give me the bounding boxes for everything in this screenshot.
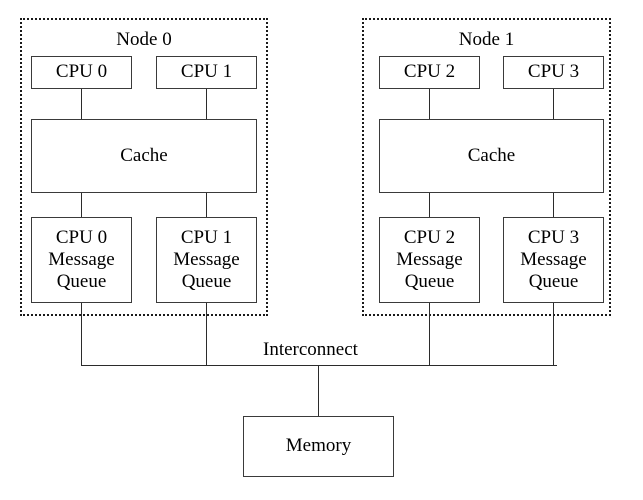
- interconnect-label: Interconnect: [263, 339, 358, 360]
- message-queue-box-cpu1-label: CPU 1 Message Queue: [173, 226, 240, 293]
- cache-box-node0[interactable]: Cache: [31, 119, 257, 193]
- cpu-box-cpu1-label: CPU 1: [180, 61, 233, 83]
- cpu-box-cpu3[interactable]: CPU 3: [503, 56, 604, 89]
- connector-queue-cpu0-to-interconnect: [81, 303, 82, 366]
- connector-interconnect-to-memory: [318, 366, 319, 417]
- cache-box-node1[interactable]: Cache: [379, 119, 604, 193]
- cache-box-node0-label: Cache: [120, 144, 168, 166]
- interconnect-bus-line[interactable]: [81, 365, 557, 366]
- connector-cpu3-to-cache: [553, 89, 554, 120]
- cpu-box-cpu2-label: CPU 2: [403, 61, 456, 83]
- connector-cache-to-queue-cpu0: [81, 193, 82, 218]
- node1-title: Node 1: [458, 29, 515, 50]
- connector-queue-cpu2-to-interconnect: [429, 303, 430, 366]
- connector-cpu0-to-cache: [81, 89, 82, 120]
- connector-cpu2-to-cache: [429, 89, 430, 120]
- message-queue-box-cpu1[interactable]: CPU 1 Message Queue: [156, 217, 257, 303]
- memory-box[interactable]: Memory: [243, 416, 394, 477]
- message-queue-box-cpu0[interactable]: CPU 0 Message Queue: [31, 217, 132, 303]
- message-queue-box-cpu3[interactable]: CPU 3 Message Queue: [503, 217, 604, 303]
- cpu-box-cpu0-label: CPU 0: [55, 61, 108, 83]
- connector-cpu1-to-cache: [206, 89, 207, 120]
- connector-cache-to-queue-cpu2: [429, 193, 430, 218]
- connector-queue-cpu3-to-interconnect: [553, 303, 554, 366]
- cpu-box-cpu2[interactable]: CPU 2: [379, 56, 480, 89]
- cpu-box-cpu0[interactable]: CPU 0: [31, 56, 132, 89]
- connector-cache-to-queue-cpu1: [206, 193, 207, 218]
- cache-box-node1-label: Cache: [467, 144, 516, 166]
- diagram-canvas: Node 0 CPU 0 CPU 1 Cache CPU 0 Message Q…: [0, 0, 643, 500]
- message-queue-box-cpu2[interactable]: CPU 2 Message Queue: [379, 217, 480, 303]
- message-queue-box-cpu3-label: CPU 3 Message Queue: [520, 226, 587, 293]
- node0-title: Node 0: [116, 29, 172, 50]
- connector-cache-to-queue-cpu3: [553, 193, 554, 218]
- message-queue-box-cpu0-label: CPU 0 Message Queue: [48, 226, 115, 293]
- message-queue-box-cpu2-label: CPU 2 Message Queue: [396, 226, 463, 293]
- cpu-box-cpu1[interactable]: CPU 1: [156, 56, 257, 89]
- memory-box-label: Memory: [285, 435, 352, 457]
- connector-queue-cpu1-to-interconnect: [206, 303, 207, 366]
- cpu-box-cpu3-label: CPU 3: [527, 61, 580, 83]
